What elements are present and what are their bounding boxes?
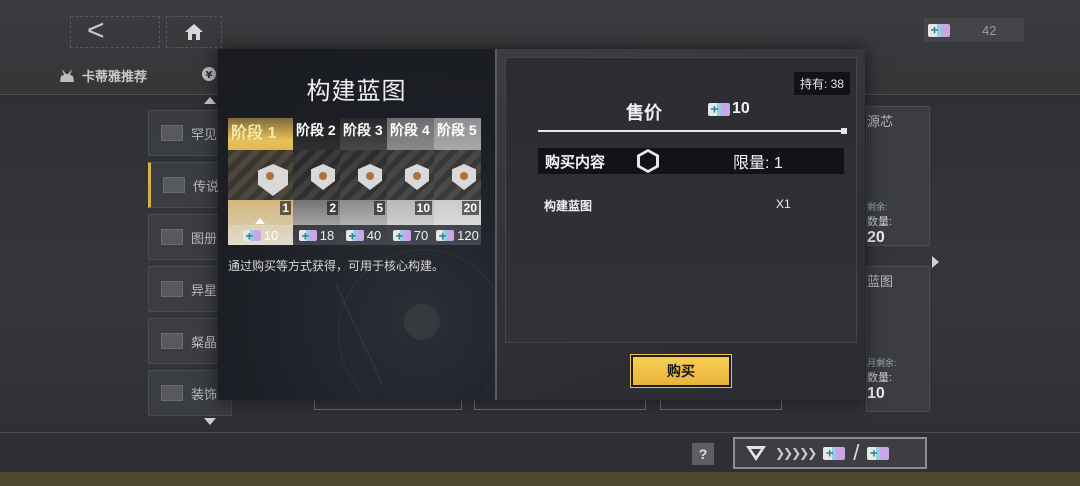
stage-label: 阶段 2 [296, 122, 336, 138]
stage-card-5[interactable]: 阶段 5 20 120 [434, 118, 481, 245]
purchase-limit: 限量: 1 [733, 155, 783, 172]
home-icon [185, 24, 203, 40]
ticket-icon [436, 229, 455, 241]
scroll-down-icon[interactable] [204, 418, 216, 425]
stage-count: 5 [374, 201, 385, 215]
stage-count: 2 [327, 201, 338, 215]
ticket-icon [298, 229, 317, 241]
decoration [404, 304, 440, 340]
card-remain: 剩余: [867, 202, 888, 212]
stage-cost: 70 [387, 225, 434, 245]
stage-cost: 18 [293, 225, 340, 245]
decor-icon [161, 385, 183, 401]
stage-cost: 120 [434, 225, 481, 245]
card-qty: 数量: [867, 372, 893, 384]
currency-display: 42 [924, 18, 1024, 42]
sidebar-item-label: 装饰 [191, 386, 218, 402]
sidebar-item-label: 图册 [191, 230, 218, 246]
card-qty: 数量: [867, 216, 893, 228]
scroll-up-icon[interactable] [204, 97, 216, 104]
stage-cost-value: 18 [319, 227, 335, 243]
purchase-panel: 持有: 38 售价 10 购买内容 限量: 1 构建蓝图 X1 购买 [495, 49, 865, 400]
stage-label: 阶段 4 [390, 122, 430, 138]
ticket-icon [928, 23, 950, 37]
item-description: 通过购买等方式获得，可用于核心构建。 [228, 259, 445, 273]
buy-button[interactable]: 购买 [630, 354, 732, 388]
svg-text:¥: ¥ [206, 70, 213, 81]
tab-label: 卡蒂雅推荐 [82, 69, 148, 84]
hexagon-icon [637, 149, 660, 173]
card-icon [161, 125, 183, 141]
stage-cost-value: 120 [457, 227, 479, 243]
card-icon [163, 177, 185, 193]
card-label: 源芯 [867, 114, 894, 129]
price-value: 10 [708, 100, 750, 118]
help-button[interactable]: ? [692, 443, 714, 465]
divider [0, 432, 1080, 433]
stage-cost: 10 [228, 225, 293, 245]
stage-label: 阶段 3 [343, 122, 383, 138]
ticket-icon [708, 102, 730, 116]
shop-card-blueprint[interactable]: 蓝图 月剩余: 数量: 10 [866, 266, 930, 412]
stage-cost-value: 10 [263, 227, 279, 243]
sidebar-item-label: 传说 [193, 178, 220, 194]
stage-count: 1 [280, 201, 291, 215]
stage-card-2[interactable]: 阶段 2 2 18 [293, 118, 340, 245]
contents-header: 购买内容 [545, 153, 606, 171]
sidebar-item-label: 罕见 [191, 126, 218, 142]
crystal-icon [161, 333, 183, 349]
shop-card-core[interactable]: 源芯 剩余: 数量: 20 [866, 106, 930, 246]
stage-count: 10 [414, 201, 432, 215]
stage-cost: 40 [340, 225, 387, 245]
rabbit-icon [60, 68, 74, 82]
card-price: 20 [867, 229, 885, 246]
ticket-icon [345, 229, 364, 241]
divider [538, 128, 847, 134]
stage-card-3[interactable]: 阶段 3 5 40 [340, 118, 387, 245]
stage-count: 20 [461, 201, 479, 215]
sidebar-item-label: 异星 [191, 282, 218, 298]
price-label: 售价 [626, 103, 662, 123]
holding-count: 持有: 38 [793, 72, 850, 95]
stage-label: 阶段 5 [437, 122, 477, 138]
content-item-name: 构建蓝图 [544, 199, 593, 213]
stage-label: 阶段 1 [231, 125, 277, 142]
ticket-icon [242, 229, 261, 241]
content-item-qty: X1 [776, 197, 791, 211]
purchase-dialog: 构建蓝图 阶段 1 1 10 阶段 2 2 18 阶段 3 5 40 阶段 4 … [218, 49, 865, 400]
card-price: 10 [867, 385, 885, 402]
back-button[interactable]: < [70, 16, 160, 48]
chevrons-icon: ❯❯❯❯❯ [775, 446, 817, 460]
contents-header-bar: 购买内容 限量: 1 [538, 148, 844, 174]
stage-card-4[interactable]: 阶段 4 10 70 [387, 118, 434, 245]
exchange-button[interactable]: ❯❯❯❯❯ / [733, 437, 927, 469]
dialog-title: 构建蓝图 [306, 78, 407, 105]
alien-icon [161, 281, 183, 297]
card-label: 蓝图 [867, 274, 894, 289]
stage-list: 阶段 1 1 10 阶段 2 2 18 阶段 3 5 40 阶段 4 10 70… [228, 118, 485, 245]
card-remain: 月剩余: [867, 358, 897, 368]
selected-caret-icon [255, 218, 265, 224]
tab-yen[interactable]: ¥ [200, 66, 218, 82]
tab-katia-recommend[interactable]: 卡蒂雅推荐 [58, 66, 147, 85]
album-icon [161, 229, 183, 245]
item-info-panel: 构建蓝图 阶段 1 1 10 阶段 2 2 18 阶段 3 5 40 阶段 4 … [218, 49, 495, 400]
slash-divider: / [853, 440, 860, 465]
sidebar-item-label: 粲晶 [191, 334, 218, 350]
ticket-icon [867, 446, 890, 460]
currency-amount: 42 [982, 22, 997, 38]
stage-cost-value: 70 [413, 227, 429, 243]
ticket-icon [392, 229, 411, 241]
purchase-details: 持有: 38 售价 10 购买内容 限量: 1 构建蓝图 X1 [505, 57, 857, 343]
stage-card-1[interactable]: 阶段 1 1 10 [228, 118, 293, 245]
scroll-right-icon[interactable] [932, 256, 939, 268]
v-logo-icon [746, 446, 766, 461]
ticket-icon [823, 446, 846, 460]
home-button[interactable] [166, 16, 222, 48]
yen-icon: ¥ [202, 67, 216, 81]
bottom-strip [0, 472, 1080, 486]
price-amount: 10 [732, 100, 750, 117]
stage-cost-value: 40 [366, 227, 382, 243]
